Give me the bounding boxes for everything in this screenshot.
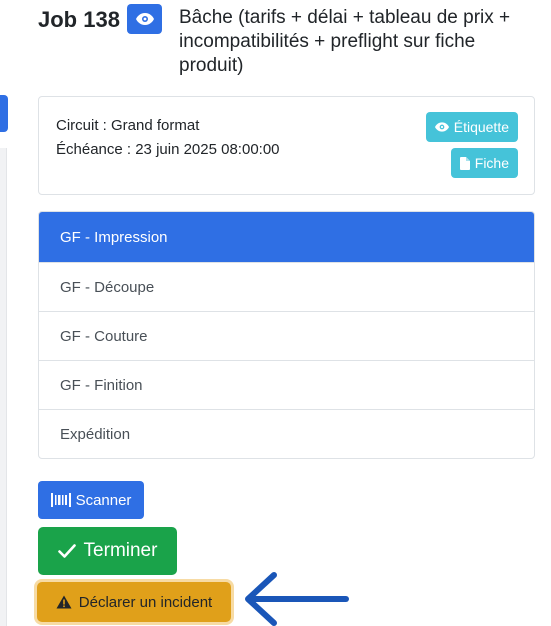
sheet-button[interactable]: Fiche [450,148,518,178]
deadline-text: Échéance : 23 juin 2025 08:00:00 [56,141,280,158]
finish-button[interactable]: Terminer [38,527,177,575]
side-panel-fragment [0,148,7,626]
incident-button-text: Déclarer un incident [78,593,213,611]
job-detail-page: Job 138 Bâche (tarifs + délai + tableau … [0,0,551,626]
report-incident-button[interactable]: Déclarer un incident [37,582,231,622]
view-job-button[interactable] [127,4,162,34]
label-button[interactable]: Étiquette [425,112,518,142]
step-item-impression[interactable]: GF - Impression [39,212,534,262]
label-button-text: Étiquette [453,119,509,135]
side-panel-button-fragment[interactable] [0,95,8,132]
check-icon [57,544,76,558]
eye-icon [434,122,449,132]
step-item-decoupe[interactable]: GF - Découpe [39,262,534,311]
annotation-arrow-icon [245,572,349,626]
sheet-button-text: Fiche [474,155,509,171]
step-item-expedition[interactable]: Expédition [39,409,534,458]
workflow-steps-list: GF - Impression GF - Découpe GF - Coutur… [38,211,535,459]
eye-icon [135,13,154,25]
circuit-text: Circuit : Grand format [56,117,200,134]
job-title: Job 138 [38,7,120,32]
step-item-couture[interactable]: GF - Couture [39,311,534,360]
finish-button-text: Terminer [83,540,158,561]
file-icon [459,156,470,170]
warning-icon [56,595,72,609]
scan-button-text: Scanner [75,491,132,509]
barcode-icon [50,493,71,507]
step-item-finition[interactable]: GF - Finition [39,360,534,409]
scan-button[interactable]: Scanner [38,481,144,519]
job-info-card: Circuit : Grand format Échéance : 23 jui… [38,96,535,195]
job-description: Bâche (tarifs + délai + tableau de prix … [179,7,511,76]
